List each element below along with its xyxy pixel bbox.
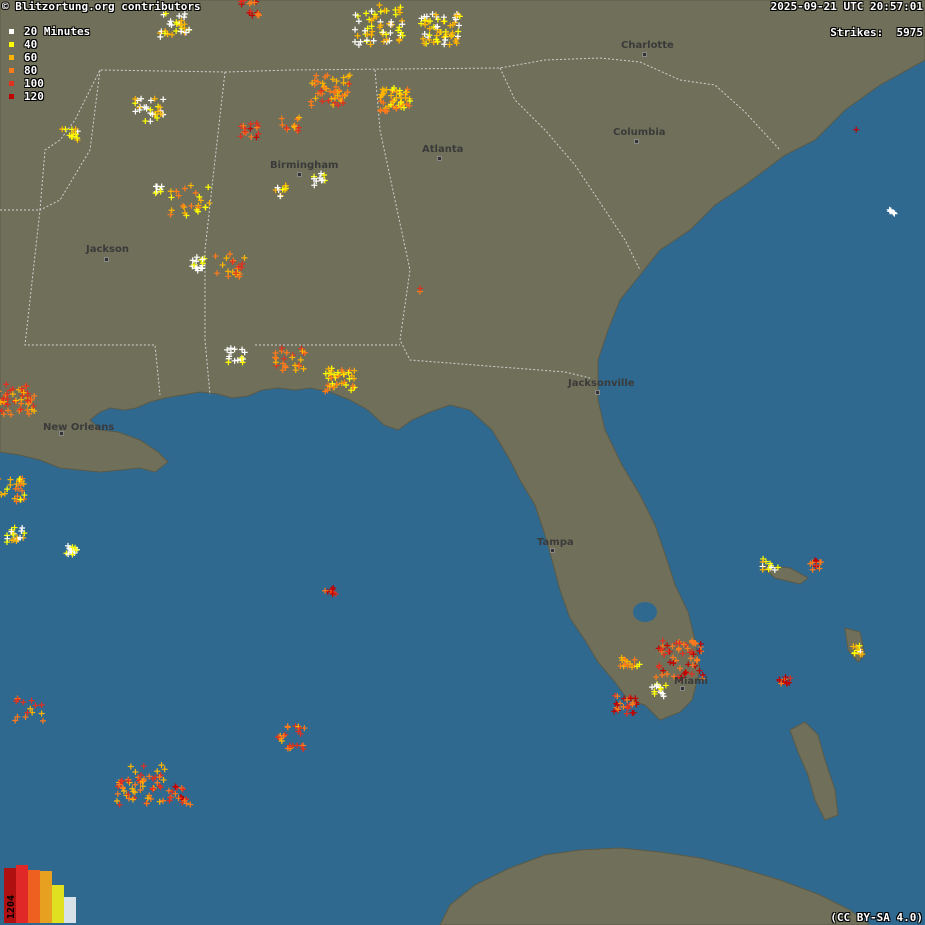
city-label-birmingham: Birmingham xyxy=(270,160,339,171)
city-dot xyxy=(680,686,685,691)
legend-item: 100 xyxy=(6,77,84,90)
city-dot xyxy=(297,172,302,177)
city-dot xyxy=(642,52,647,57)
legend-swatch xyxy=(9,94,14,99)
legend-label: 120 xyxy=(24,90,44,103)
legend-swatch xyxy=(9,42,14,47)
legend-label: 60 xyxy=(24,51,38,64)
city-dot xyxy=(550,548,555,553)
legend-item: 40 xyxy=(6,38,84,51)
legend-swatch xyxy=(9,29,14,34)
city-label-jacksonville: Jacksonville xyxy=(568,378,635,389)
city-label-jackson: Jackson xyxy=(86,244,129,255)
strikes-counter: Strikes: 5975 xyxy=(830,26,923,39)
age-legend: 20 Minutes 40 60 80 100 120 xyxy=(6,25,91,103)
city-dot xyxy=(437,156,442,161)
lightning-map xyxy=(0,0,925,925)
histogram-bar xyxy=(16,865,28,923)
legend-label: 100 xyxy=(24,77,44,90)
histogram-bar xyxy=(52,885,64,923)
lake-okeechobee xyxy=(633,602,657,622)
legend-label: 80 xyxy=(24,64,38,77)
histogram-bar xyxy=(64,897,76,923)
legend-label: 40 xyxy=(24,38,38,51)
timestamp-text: 2025-09-21 UTC 20:57:01 xyxy=(770,0,923,13)
city-dot xyxy=(595,390,600,395)
legend-swatch xyxy=(9,68,14,73)
strike-histogram: 1204 xyxy=(3,863,85,923)
city-dot xyxy=(104,257,109,262)
legend-item: 80 xyxy=(6,64,84,77)
city-label-columbia: Columbia xyxy=(613,127,666,138)
city-label-charlotte: Charlotte xyxy=(621,40,674,51)
legend-item: 20 Minutes xyxy=(6,25,91,38)
city-label-new-orleans: New Orleans xyxy=(43,422,115,433)
legend-label: 20 Minutes xyxy=(24,25,91,38)
legend-swatch xyxy=(9,55,14,60)
legend-item: 60 xyxy=(6,51,84,64)
strikes-label: Strikes: xyxy=(830,26,884,39)
city-dot xyxy=(634,139,639,144)
city-label-atlanta: Atlanta xyxy=(422,144,464,155)
histogram-bar xyxy=(40,871,52,923)
license-text: (CC BY-SA 4.0) xyxy=(830,911,923,924)
legend-swatch xyxy=(9,81,14,86)
legend-item: 120 xyxy=(6,90,84,103)
attribution-text: © Blitzortung.org contributors xyxy=(2,0,201,13)
histogram-peak-label: 1204 xyxy=(6,894,17,919)
strikes-count: 5975 xyxy=(896,26,924,39)
histogram-bar xyxy=(28,870,40,923)
city-label-tampa: Tampa xyxy=(537,537,574,548)
city-dot xyxy=(59,431,64,436)
